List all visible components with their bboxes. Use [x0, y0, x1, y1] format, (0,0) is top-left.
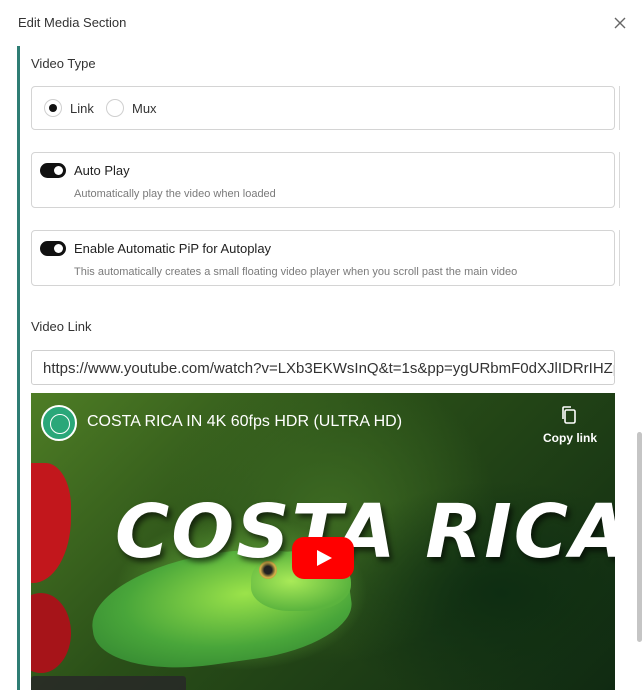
card-edge-line	[619, 230, 620, 286]
video-link-input[interactable]: https://www.youtube.com/watch?v=LXb3EKWs…	[31, 350, 615, 385]
pip-card: Enable Automatic PiP for Autoplay This a…	[31, 230, 615, 286]
dialog-header: Edit Media Section	[0, 0, 642, 46]
radio-option-mux[interactable]: Mux	[106, 99, 157, 117]
autoplay-card: Auto Play Automatically play the video w…	[31, 152, 615, 208]
card-edge-line	[619, 86, 620, 130]
play-icon[interactable]	[292, 537, 354, 579]
dialog-title: Edit Media Section	[18, 15, 127, 30]
thumbnail-flower	[31, 463, 71, 583]
radio-mux-label: Mux	[132, 100, 157, 116]
video-type-radio-group: Link Mux	[31, 86, 615, 130]
radio-link-indicator[interactable]	[44, 99, 62, 117]
video-link-value[interactable]: https://www.youtube.com/watch?v=LXb3EKWs…	[43, 360, 614, 377]
section-accent-bar	[17, 46, 20, 690]
pip-title: Enable Automatic PiP for Autoplay	[74, 241, 272, 256]
close-icon[interactable]	[611, 14, 629, 32]
autoplay-toggle[interactable]	[40, 163, 66, 178]
video-title-link[interactable]: COSTA RICA IN 4K 60fps HDR (ULTRA HD)	[87, 413, 402, 431]
thumbnail-flower	[31, 593, 71, 673]
radio-mux-indicator[interactable]	[106, 99, 124, 117]
pip-toggle[interactable]	[40, 241, 66, 256]
video-type-label: Video Type	[31, 56, 96, 71]
thumbnail-title-text: COSTA RICA	[115, 489, 615, 575]
scrollbar-thumb[interactable]	[637, 432, 642, 642]
video-preview[interactable]: COSTA RICA COSTA RICA IN 4K 60fps HDR (U…	[31, 393, 615, 690]
copy-icon[interactable]	[559, 405, 579, 425]
card-edge-line	[619, 152, 620, 208]
radio-option-link[interactable]: Link	[44, 99, 94, 117]
pip-description: This automatically creates a small float…	[74, 266, 518, 278]
channel-logo-icon[interactable]	[41, 405, 77, 441]
copy-link-label[interactable]: Copy link	[543, 431, 597, 445]
video-link-label: Video Link	[31, 319, 92, 334]
autoplay-description: Automatically play the video when loaded	[74, 188, 276, 200]
autoplay-title: Auto Play	[74, 163, 130, 178]
video-bottom-bar	[31, 676, 186, 690]
radio-link-label: Link	[70, 100, 94, 116]
